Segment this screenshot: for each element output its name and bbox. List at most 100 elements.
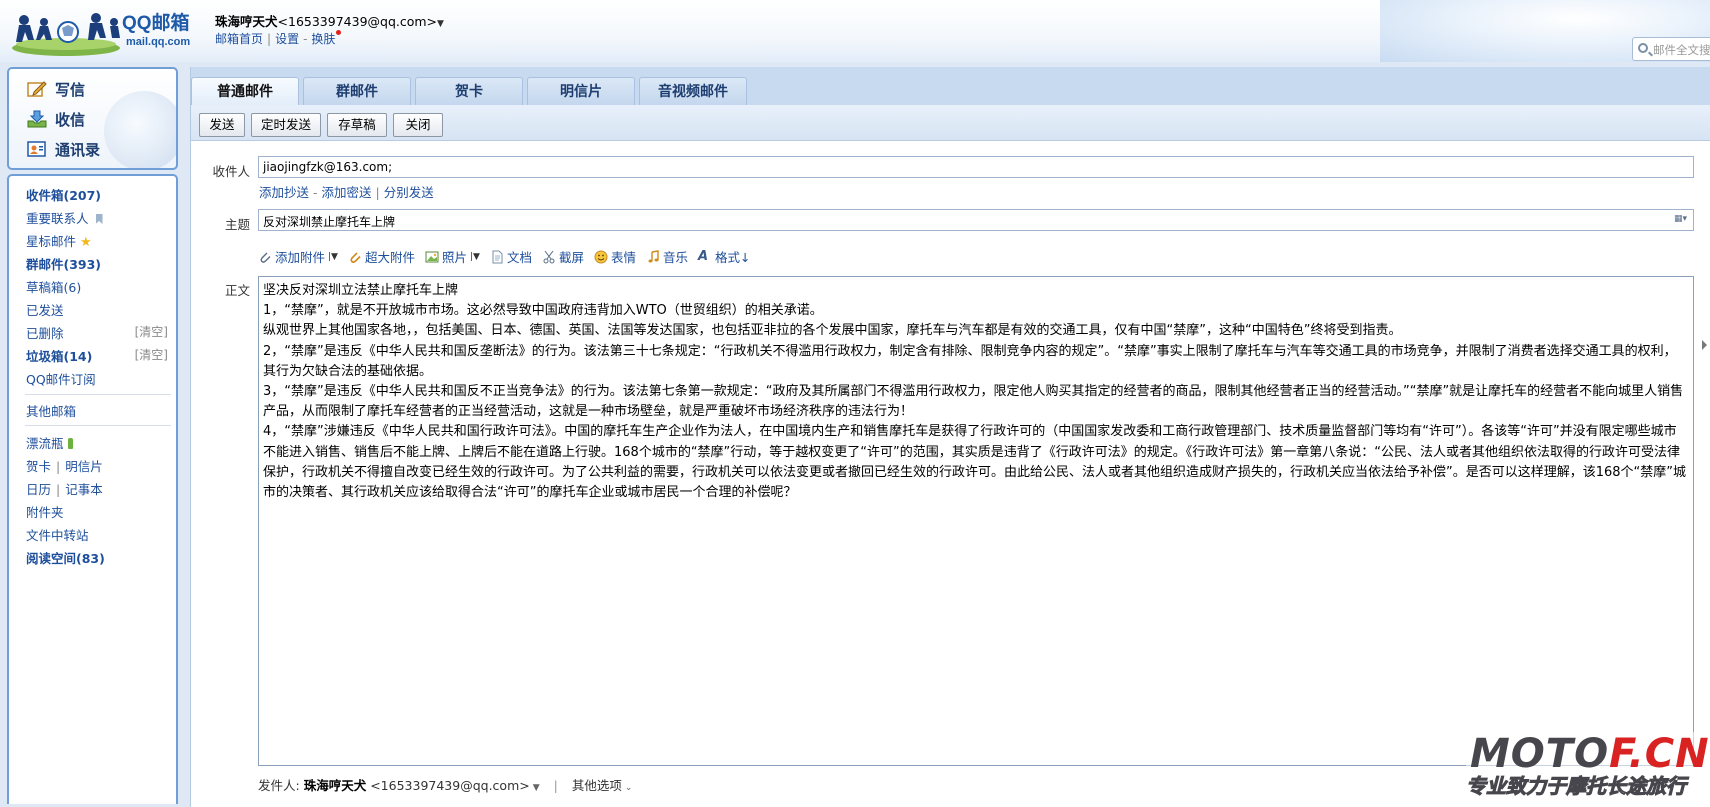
sender-dropdown-icon[interactable]: ▼ xyxy=(533,783,540,793)
receive-label: 收信 xyxy=(55,110,86,129)
compose-icon xyxy=(27,81,47,97)
folder-drafts[interactable]: 草稿箱(6) xyxy=(26,277,81,296)
folder-starred[interactable]: 星标邮件 ★ xyxy=(26,231,92,250)
add-attachment-button[interactable]: 添加附件 |▼ xyxy=(258,247,338,266)
large-paperclip-icon xyxy=(350,251,361,263)
folder-starred-label: 星标邮件 xyxy=(26,234,77,249)
folder-attachments-label: 附件夹 xyxy=(26,505,64,520)
scissors-icon xyxy=(543,250,555,263)
folder-sent-label: 已发送 xyxy=(26,303,64,318)
folder-group-mail[interactable]: 群邮件(393) xyxy=(26,254,101,273)
to-input[interactable]: jiaojingfzk@163.com; xyxy=(258,156,1694,178)
sidebar-divider xyxy=(25,425,171,426)
folder-cards-row: 贺卡 | 明信片 xyxy=(26,459,103,474)
change-skin-link[interactable]: 换肤 xyxy=(311,32,335,46)
cc-links: 添加抄送 - 添加密送 | 分别发送 xyxy=(259,185,434,200)
sender-email[interactable]: <1653397439@qq.com> xyxy=(370,778,530,793)
close-button[interactable]: 关闭 xyxy=(393,113,443,137)
large-attachment-label: 超大附件 xyxy=(364,250,415,265)
tab-greeting-card[interactable]: 贺卡 xyxy=(415,77,523,105)
add-bcc-link[interactable]: 添加密送 xyxy=(322,185,372,200)
folder-important-label: 重要联系人 xyxy=(26,211,89,226)
qq-mail-logo[interactable]: QQ邮箱 mail.qq.com xyxy=(10,10,198,56)
subject-label: 主题 xyxy=(224,217,250,232)
folder-other-label: 其他邮箱 xyxy=(26,404,77,419)
body-line: 3，“禁摩”是违反《中华人民共和国反不正当竞争法》的行为。该法第七条第一款规定：… xyxy=(263,384,1684,420)
photo-icon xyxy=(425,251,439,262)
subject-input[interactable]: 反对深圳禁止摩托车上牌 ▦▾ xyxy=(258,209,1694,231)
empty-trash-link[interactable]: [清空] xyxy=(135,323,168,340)
folder-spam[interactable]: 垃圾箱(14) [清空] xyxy=(26,346,174,365)
sender-label: 发件人: xyxy=(258,778,300,793)
fulltext-search-input[interactable]: 邮件全文搜索 xyxy=(1632,37,1710,61)
logo-domain: mail.qq.com xyxy=(126,36,191,48)
tab-normal-mail[interactable]: 普通邮件 xyxy=(191,77,299,106)
folder-other-mailboxes[interactable]: 其他邮箱 xyxy=(26,401,76,420)
folder-notes[interactable]: 记事本 xyxy=(65,482,103,497)
photo-button[interactable]: 照片 |▼ xyxy=(425,247,480,266)
folder-reading-space[interactable]: 阅读空间(83) xyxy=(26,548,105,567)
account-links: 邮箱首页 | 设置 - 换肤 xyxy=(215,30,342,47)
motof-watermark: MOTOF.CN 专业致力于摩托长途旅行 xyxy=(1466,732,1710,799)
compose-label: 写信 xyxy=(55,80,86,99)
scheduled-send-button[interactable]: 定时发送 xyxy=(251,113,321,137)
folder-postcard[interactable]: 明信片 xyxy=(65,459,103,474)
folder-inbox[interactable]: 收件箱(207) xyxy=(26,185,101,204)
sidebar-quick-panel: 写信 收信 通讯录 xyxy=(7,67,178,170)
folder-important-contacts[interactable]: 重要联系人 xyxy=(26,208,103,227)
account-name: 珠海哼天犬 xyxy=(215,14,278,29)
to-label: 收件人 xyxy=(212,164,250,179)
contacts-button[interactable]: 通讯录 xyxy=(27,137,100,161)
folder-transfer-label: 文件中转站 xyxy=(26,528,89,543)
music-button[interactable]: 音乐 xyxy=(646,247,688,266)
other-options-chevron-icon[interactable]: ⌄ xyxy=(625,783,633,793)
expand-arrow-icon[interactable] xyxy=(1702,340,1707,350)
folder-sent[interactable]: 已发送 xyxy=(26,300,64,319)
logo-text: QQ邮箱 xyxy=(122,13,190,34)
tab-group-mail[interactable]: 群邮件 xyxy=(303,77,411,105)
format-label: 格式↓ xyxy=(715,250,751,265)
receive-button[interactable]: 收信 xyxy=(27,107,85,131)
empty-spam-link[interactable]: [清空] xyxy=(135,346,168,363)
screenshot-button[interactable]: 截屏 xyxy=(542,247,584,266)
format-button[interactable]: A 格式↓ xyxy=(698,247,750,266)
sender-name[interactable]: 珠海哼天犬 xyxy=(304,778,367,793)
document-button[interactable]: 文档 xyxy=(490,247,532,266)
folder-qq-subscription[interactable]: QQ邮件订阅 xyxy=(26,369,96,388)
folder-greeting-card[interactable]: 贺卡 xyxy=(26,459,51,474)
screenshot-label: 截屏 xyxy=(559,250,585,265)
photo-dropdown-icon[interactable]: |▼ xyxy=(470,252,480,262)
add-attachment-label: 添加附件 xyxy=(275,250,326,265)
music-label: 音乐 xyxy=(663,250,689,265)
search-placeholder: 邮件全文搜索 xyxy=(1653,43,1710,57)
mailbox-home-link[interactable]: 邮箱首页 xyxy=(215,32,263,46)
send-button[interactable]: 发送 xyxy=(199,113,245,137)
subject-value: 反对深圳禁止摩托车上牌 xyxy=(263,215,396,229)
document-label: 文档 xyxy=(506,250,532,265)
document-icon xyxy=(492,250,503,263)
account-dropdown-icon[interactable]: ▼ xyxy=(437,19,444,29)
large-attachment-button[interactable]: 超大附件 xyxy=(348,247,415,266)
emoji-button[interactable]: 表情 xyxy=(594,247,636,266)
compose-button[interactable]: 写信 xyxy=(27,77,85,101)
tab-av-mail[interactable]: 音视频邮件 xyxy=(639,77,747,105)
folder-file-transfer[interactable]: 文件中转站 xyxy=(26,525,89,544)
settings-link[interactable]: 设置 xyxy=(275,32,299,46)
save-draft-button[interactable]: 存草稿 xyxy=(327,113,387,137)
add-cc-link[interactable]: 添加抄送 xyxy=(259,185,309,200)
separate-send-link[interactable]: 分别发送 xyxy=(384,185,434,200)
folder-drift-bottle[interactable]: 漂流瓶 xyxy=(26,433,73,452)
tab-postcard[interactable]: 明信片 xyxy=(527,77,635,105)
folder-attachments[interactable]: 附件夹 xyxy=(26,502,64,521)
folder-deleted[interactable]: 已删除 [清空] xyxy=(26,323,174,342)
body-editor[interactable]: 坚决反对深圳立法禁止摩托车上牌 1，“禁摩”，就是不开放城市市场。这必然导致中国… xyxy=(258,276,1694,766)
subject-format-icon[interactable]: ▦▾ xyxy=(1674,214,1687,224)
bookmark-icon xyxy=(95,214,103,224)
folder-calendar[interactable]: 日历 xyxy=(26,482,51,497)
attachment-dropdown-icon[interactable]: |▼ xyxy=(328,252,338,262)
body-line: 坚决反对深圳立法禁止摩托车上牌 xyxy=(263,283,459,298)
account-email: <1653397439@qq.com> xyxy=(277,14,438,29)
sidebar-decoration xyxy=(104,91,176,168)
other-options-link[interactable]: 其他选项 xyxy=(572,778,622,793)
account-info: 珠海哼天犬<1653397439@qq.com>▼ xyxy=(215,11,444,30)
